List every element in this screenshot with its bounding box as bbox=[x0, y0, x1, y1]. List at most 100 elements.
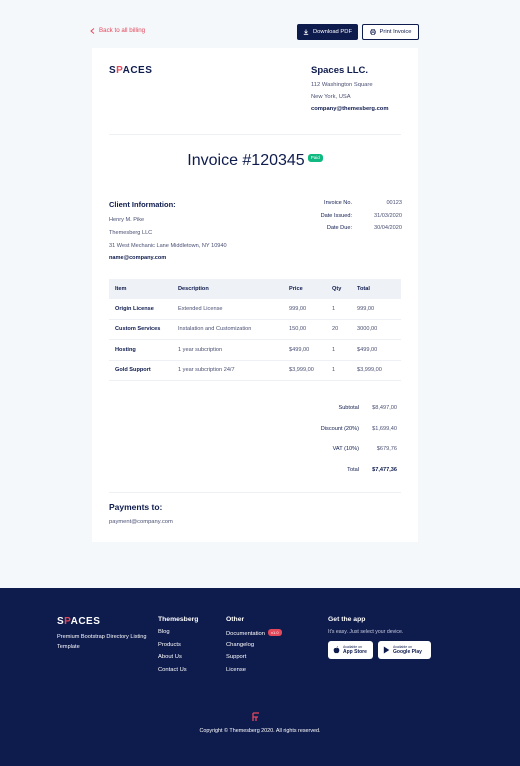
download-icon bbox=[303, 29, 309, 35]
footer-link-license[interactable]: License bbox=[226, 667, 282, 673]
invoice-toolbar: Back to all billing Download PDF Print I… bbox=[90, 24, 419, 40]
table-row: Gold Support 1 year subcription 24/7 $3,… bbox=[109, 361, 401, 381]
column-header: Description bbox=[178, 286, 209, 292]
client-information: Client Information: Henry M. Pike Themes… bbox=[109, 200, 299, 261]
footer-column-heading: Themesberg bbox=[158, 616, 199, 623]
client-heading: Client Information: bbox=[109, 200, 176, 209]
invoice-totals: Subtotal $8,497,00 Discount (20%) $1,699,4… bbox=[297, 398, 397, 480]
meta-label: Date Issued: bbox=[320, 212, 352, 219]
footer-get-app: Get the app It's easy. Just select your … bbox=[328, 616, 431, 659]
brand-logo[interactable]: SPACES bbox=[109, 65, 152, 76]
payments-email[interactable]: payment@company.com bbox=[109, 519, 173, 525]
invoice-number: Invoice #120345 bbox=[187, 152, 305, 169]
footer-tagline: Premium Bootstrap Directory Listing Temp… bbox=[57, 634, 147, 650]
price-cell: $499,00 bbox=[289, 346, 310, 353]
brand-mark-icon bbox=[252, 712, 259, 721]
column-header: Qty bbox=[332, 286, 342, 292]
total-cell: $3,999,00 bbox=[357, 367, 382, 374]
footer-column-themesberg: Themesberg Blog Products About Us Contac… bbox=[158, 616, 198, 679]
meta-row: Date Issued: 31/03/2020 bbox=[302, 213, 402, 219]
invoice-card: SPACES Spaces LLC. 112 Washington Square… bbox=[92, 48, 418, 542]
get-app-heading: Get the app bbox=[328, 616, 366, 623]
get-app-note: It's easy. Just select your device. bbox=[328, 629, 404, 635]
apple-icon bbox=[333, 646, 340, 654]
totals-value: $1,699,40 bbox=[372, 425, 397, 432]
company-address-1: 112 Washington Square bbox=[311, 82, 373, 88]
version-badge: v1.0 bbox=[268, 629, 282, 636]
footer-column-heading: Other bbox=[226, 616, 245, 623]
footer-link-products[interactable]: Products bbox=[158, 642, 198, 648]
qty-cell: 1 bbox=[332, 305, 336, 312]
company-name: Spaces LLC. bbox=[311, 65, 369, 76]
footer-link-changelog[interactable]: Changelog bbox=[226, 642, 282, 648]
footer-link-about-us[interactable]: About Us bbox=[158, 654, 198, 660]
column-header: Price bbox=[289, 286, 303, 292]
vat-row: VAT (10%) $679,76 bbox=[297, 439, 397, 460]
meta-value: 00123 bbox=[386, 200, 402, 206]
invoice-items-table: Item Description Price Qty Total Origin … bbox=[109, 279, 401, 381]
table-row: Custom Services Instalation and Customiz… bbox=[109, 320, 401, 340]
google-play-button[interactable]: Available on Google Play bbox=[378, 641, 431, 659]
company-email[interactable]: company@themesberg.com bbox=[311, 106, 411, 112]
totals-label: VAT (10%) bbox=[332, 446, 359, 453]
description-cell: 1 year subcription bbox=[178, 346, 223, 353]
description-cell: Instalation and Customization bbox=[178, 326, 252, 333]
total-cell: 3000,00 bbox=[357, 326, 378, 333]
discount-row: Discount (20%) $1,699,40 bbox=[297, 419, 397, 440]
table-row: Hosting 1 year subcription $499,00 1 $49… bbox=[109, 340, 401, 361]
invoice-title: Invoice #120345 Paid bbox=[92, 152, 418, 170]
qty-cell: 20 bbox=[332, 326, 339, 333]
status-badge: Paid bbox=[307, 153, 323, 162]
totals-value: $679,76 bbox=[376, 446, 397, 453]
footer-link-support[interactable]: Support bbox=[226, 654, 282, 660]
print-icon bbox=[369, 29, 376, 35]
item-cell: Origin License bbox=[115, 305, 154, 312]
meta-label: Date Due: bbox=[326, 225, 352, 232]
price-cell: 150,00 bbox=[289, 326, 307, 333]
documentation-label: Documentation bbox=[226, 631, 265, 637]
total-cell: 999,00 bbox=[357, 305, 375, 312]
meta-row: Invoice No. 00123 bbox=[302, 200, 402, 206]
table-header: Item Description Price Qty Total bbox=[109, 279, 401, 299]
description-cell: 1 year subcription 24/7 bbox=[178, 367, 235, 374]
qty-cell: 1 bbox=[332, 346, 336, 353]
site-footer: SPACES Premium Bootstrap Directory Listi… bbox=[0, 588, 520, 766]
back-to-billing-link[interactable]: Back to all billing bbox=[90, 27, 145, 34]
meta-label: Invoice No. bbox=[324, 200, 352, 206]
logo-text-end: ACES bbox=[70, 616, 101, 627]
price-cell: $3,999,00 bbox=[289, 367, 314, 374]
app-store-button[interactable]: Available on App Store bbox=[328, 641, 373, 659]
header-divider bbox=[109, 134, 401, 135]
copyright-text: Copyright © Themesberg 2020. All rights … bbox=[199, 728, 321, 734]
logo-text-end: ACES bbox=[122, 65, 153, 76]
grand-total-row: Total $7,477,36 bbox=[297, 460, 397, 481]
download-pdf-button[interactable]: Download PDF bbox=[297, 24, 358, 40]
client-company: Themesberg LLC bbox=[109, 229, 153, 236]
footer-link-documentation[interactable]: Documentation v1.0 bbox=[226, 629, 282, 637]
print-invoice-label: Print Invoice bbox=[379, 29, 412, 35]
footer-logo[interactable]: SPACES bbox=[57, 616, 100, 627]
client-name: Henry M. Pike bbox=[109, 217, 145, 223]
totals-label: Subtotal bbox=[338, 405, 359, 412]
company-info: Spaces LLC. 112 Washington Square New Yo… bbox=[311, 65, 411, 112]
download-pdf-label: Download PDF bbox=[313, 29, 352, 35]
column-header: Item bbox=[115, 286, 127, 292]
item-cell: Hosting bbox=[115, 346, 136, 353]
google-play-label: Google Play bbox=[393, 649, 422, 655]
totals-label: Total bbox=[347, 466, 359, 473]
chevron-left-icon bbox=[90, 27, 95, 34]
meta-value: 30/04/2020 bbox=[374, 225, 402, 232]
footer-link-contact-us[interactable]: Contact Us bbox=[158, 667, 198, 673]
description-cell: Extended License bbox=[178, 305, 223, 312]
client-email[interactable]: name@company.com bbox=[109, 255, 299, 261]
google-play-icon bbox=[383, 646, 390, 654]
store-buttons: Available on App Store Available on Google… bbox=[328, 641, 431, 659]
meta-value: 31/03/2020 bbox=[374, 212, 402, 219]
print-invoice-button[interactable]: Print Invoice bbox=[362, 24, 419, 40]
totals-label: Discount (20%) bbox=[320, 425, 359, 432]
back-link-label: Back to all billing bbox=[99, 27, 146, 34]
payments-heading: Payments to: bbox=[109, 502, 163, 512]
totals-value: $8,497,00 bbox=[372, 405, 397, 412]
item-cell: Custom Services bbox=[115, 326, 161, 333]
footer-link-blog[interactable]: Blog bbox=[158, 629, 198, 635]
